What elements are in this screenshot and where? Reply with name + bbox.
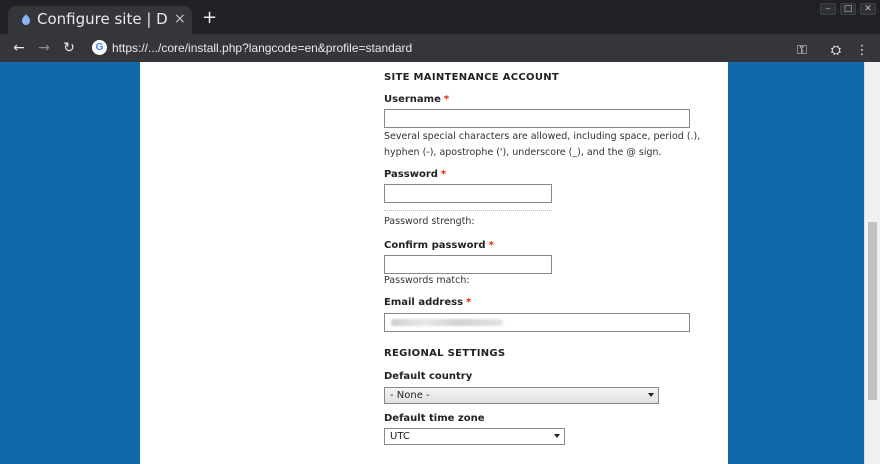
password-label-text: Password <box>384 169 438 180</box>
confirm-password-label: Confirm password * <box>384 240 494 251</box>
url-text: https://.../core/install.php?langcode=en… <box>112 41 413 55</box>
tab-title: Configure site | Dru <box>37 10 167 28</box>
site-maintenance-heading: SITE MAINTENANCE ACCOUNT <box>384 72 560 83</box>
default-timezone-label: Default time zone <box>384 413 485 424</box>
google-icon: G <box>92 40 107 55</box>
username-label-text: Username <box>384 94 441 105</box>
chevron-down-icon <box>648 393 654 397</box>
key-icon[interactable]: ⚿ <box>792 41 812 61</box>
page-viewport: SITE MAINTENANCE ACCOUNT Username * Sever… <box>0 62 880 464</box>
install-form-panel: SITE MAINTENANCE ACCOUNT Username * Sever… <box>140 62 728 464</box>
incognito-icon[interactable]: ⛭ <box>826 41 846 61</box>
email-label-text: Email address <box>384 297 464 308</box>
default-timezone-select[interactable]: UTC <box>384 428 565 445</box>
default-country-select[interactable]: - None - <box>384 387 659 404</box>
browser-toolbar: ← → ↻ G https://.../core/install.php?lan… <box>0 34 880 62</box>
minimize-icon[interactable]: ‒ <box>820 3 836 15</box>
password-input[interactable] <box>384 184 552 203</box>
required-marker: * <box>440 169 447 180</box>
new-tab-icon[interactable]: + <box>202 9 217 27</box>
required-marker: * <box>488 240 494 251</box>
close-window-icon[interactable]: ✕ <box>860 3 876 15</box>
required-marker: * <box>443 94 450 105</box>
menu-icon[interactable]: ⋮ <box>852 41 872 61</box>
drupal-favicon-icon <box>22 14 30 25</box>
page-scrollbar[interactable] <box>864 62 880 464</box>
password-label: Password * <box>384 169 446 180</box>
browser-chrome: Configure site | Dru × + ‒ □ ✕ ← → ↻ G h… <box>0 0 880 62</box>
email-label: Email address * <box>384 297 471 308</box>
password-strength-meter <box>384 210 552 213</box>
passwords-match-text: Passwords match: <box>384 275 470 286</box>
regional-settings-heading: REGIONAL SETTINGS <box>384 348 506 359</box>
username-description: Several special characters are allowed, … <box>384 131 701 158</box>
confirm-password-input[interactable] <box>384 255 552 274</box>
email-input[interactable] <box>384 313 690 332</box>
forward-icon[interactable]: → <box>34 38 54 58</box>
required-marker: * <box>466 297 472 308</box>
browser-tab[interactable]: Configure site | Dru × <box>8 6 192 34</box>
back-icon[interactable]: ← <box>9 38 29 58</box>
default-country-value: - None - <box>390 390 430 401</box>
username-input[interactable] <box>384 109 690 128</box>
default-timezone-value: UTC <box>390 431 410 442</box>
tab-close-icon[interactable]: × <box>174 11 186 27</box>
password-strength-text: Password strength: <box>384 216 475 227</box>
redacted-email-value <box>391 319 503 326</box>
chevron-down-icon <box>554 434 560 438</box>
scrollbar-thumb[interactable] <box>868 222 877 400</box>
reload-icon[interactable]: ↻ <box>59 38 79 58</box>
confirm-password-label-text: Confirm password <box>384 240 486 251</box>
default-country-label: Default country <box>384 371 473 382</box>
address-bar[interactable]: G https://.../core/install.php?langcode=… <box>86 37 878 59</box>
username-label: Username * <box>384 94 449 105</box>
maximize-icon[interactable]: □ <box>840 3 856 15</box>
